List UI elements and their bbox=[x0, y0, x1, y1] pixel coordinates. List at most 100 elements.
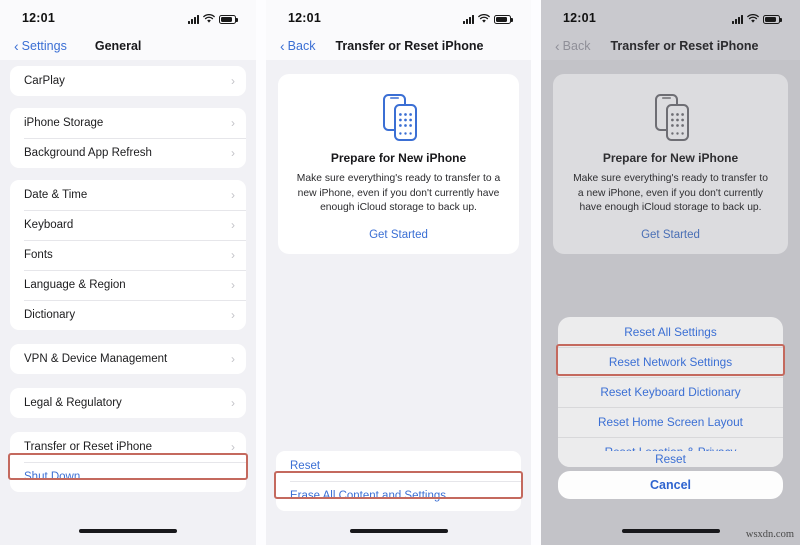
chevron-right-icon: › bbox=[231, 278, 235, 292]
sidebar-item-dictionary[interactable]: Dictionary › bbox=[10, 300, 246, 330]
nav-back-button[interactable]: ‹ Settings bbox=[14, 37, 67, 54]
battery-icon bbox=[763, 14, 782, 24]
sidebar-item-fonts[interactable]: Fonts › bbox=[10, 240, 246, 270]
row-label: Erase All Content and Settings bbox=[290, 490, 446, 502]
row-label: Legal & Regulatory bbox=[24, 397, 122, 409]
chevron-left-icon: ‹ bbox=[280, 37, 285, 54]
erase-all-content-and-settings-button[interactable]: Erase All Content and Settings bbox=[276, 481, 521, 511]
get-started-button: Get Started bbox=[641, 228, 700, 241]
chevron-right-icon: › bbox=[231, 146, 235, 160]
nav-back-button[interactable]: ‹ Back bbox=[555, 37, 591, 54]
card-description: Make sure everything's ready to transfer… bbox=[296, 173, 501, 214]
navigation-bar: ‹ Settings General bbox=[0, 32, 256, 60]
sidebar-item-date-time[interactable]: Date & Time › bbox=[10, 180, 246, 210]
page-title: Transfer or Reset iPhone bbox=[335, 39, 484, 53]
sidebar-item-carplay[interactable]: CarPlay › bbox=[10, 66, 246, 96]
chevron-right-icon: › bbox=[231, 116, 235, 130]
chevron-right-icon: › bbox=[231, 74, 235, 88]
sidebar-item-vpn-device-management[interactable]: VPN & Device Management › bbox=[10, 344, 246, 374]
two-phones-transfer-icon bbox=[567, 90, 774, 144]
action-reset-all-settings[interactable]: Reset All Settings bbox=[558, 317, 783, 347]
row-label: Shut Down bbox=[24, 471, 81, 483]
cellular-bars-icon bbox=[463, 14, 474, 24]
row-label: Language & Region bbox=[24, 279, 126, 291]
page-title: Transfer or Reset iPhone bbox=[610, 39, 759, 53]
phone-panel-transfer-or-reset: 12:01 ‹ Back Transfer or Reset iPhone Pr… bbox=[266, 0, 531, 545]
action-reset-home-screen-layout[interactable]: Reset Home Screen Layout bbox=[558, 407, 783, 437]
chevron-left-icon: ‹ bbox=[555, 37, 560, 54]
sidebar-item-legal-regulatory[interactable]: Legal & Regulatory › bbox=[10, 388, 246, 418]
action-sheet-items: Reset All Settings Reset Network Setting… bbox=[558, 317, 783, 467]
cancel-button[interactable]: Cancel bbox=[558, 471, 783, 499]
watermark: wsxdn.com bbox=[745, 529, 794, 540]
settings-group: Legal & Regulatory › bbox=[10, 388, 246, 418]
home-indicator bbox=[621, 529, 720, 533]
home-indicator bbox=[349, 529, 448, 533]
row-label: iPhone Storage bbox=[24, 117, 104, 129]
chevron-right-icon: › bbox=[231, 218, 235, 232]
chevron-right-icon: › bbox=[231, 248, 235, 262]
prepare-for-new-iphone-card: Prepare for New iPhone Make sure everyth… bbox=[553, 74, 788, 254]
cellular-bars-icon bbox=[188, 14, 199, 24]
two-phones-transfer-icon bbox=[292, 90, 505, 144]
card-description: Make sure everything's ready to transfer… bbox=[573, 173, 768, 214]
wifi-icon bbox=[203, 14, 215, 24]
chevron-right-icon: › bbox=[231, 396, 235, 410]
status-bar: 12:01 bbox=[266, 0, 531, 32]
home-indicator bbox=[79, 529, 177, 533]
reset-button[interactable]: Reset bbox=[276, 451, 521, 481]
navigation-bar: ‹ Back Transfer or Reset iPhone bbox=[266, 32, 531, 60]
action-reset-keyboard-dictionary[interactable]: Reset Keyboard Dictionary bbox=[558, 377, 783, 407]
nav-back-label: Settings bbox=[21, 39, 67, 53]
row-label: Date & Time bbox=[24, 189, 88, 201]
navigation-bar: ‹ Back Transfer or Reset iPhone bbox=[541, 32, 800, 60]
chevron-right-icon: › bbox=[231, 440, 235, 454]
card-title: Prepare for New iPhone bbox=[330, 151, 467, 165]
status-bar-icons bbox=[463, 12, 513, 24]
reset-action-sheet: Reset All Settings Reset Network Setting… bbox=[558, 317, 783, 499]
phone-panel-general-settings: 12:01 ‹ Settings General CarPlay › iPhon… bbox=[0, 0, 256, 545]
settings-group: iPhone Storage › Background App Refresh … bbox=[10, 108, 246, 168]
row-label: CarPlay bbox=[24, 75, 65, 87]
row-label: Transfer or Reset iPhone bbox=[24, 441, 153, 453]
settings-group: Date & Time › Keyboard › Fonts › Languag… bbox=[10, 180, 246, 330]
get-started-button[interactable]: Get Started bbox=[292, 229, 505, 241]
row-label: VPN & Device Management bbox=[24, 353, 168, 365]
battery-icon bbox=[219, 14, 238, 24]
sidebar-item-transfer-or-reset-iphone[interactable]: Transfer or Reset iPhone › bbox=[10, 432, 246, 462]
nav-back-button[interactable]: ‹ Back bbox=[280, 37, 316, 54]
sidebar-item-background-app-refresh[interactable]: Background App Refresh › bbox=[10, 138, 246, 168]
action-reset-network-settings[interactable]: Reset Network Settings bbox=[558, 347, 783, 377]
row-label: Fonts bbox=[24, 249, 53, 261]
row-label: Reset bbox=[290, 460, 321, 472]
sidebar-item-language-region[interactable]: Language & Region › bbox=[10, 270, 246, 300]
settings-group: Reset Erase All Content and Settings bbox=[276, 451, 521, 511]
status-bar: 12:01 bbox=[541, 0, 800, 32]
sidebar-item-keyboard[interactable]: Keyboard › bbox=[10, 210, 246, 240]
sidebar-item-shut-down[interactable]: Shut Down bbox=[10, 462, 246, 492]
row-label: Background App Refresh bbox=[24, 147, 152, 159]
chevron-right-icon: › bbox=[231, 352, 235, 366]
nav-back-label: Back bbox=[562, 39, 591, 53]
nav-back-label: Back bbox=[287, 39, 316, 53]
chevron-right-icon: › bbox=[231, 188, 235, 202]
battery-icon bbox=[494, 14, 513, 24]
phone-panel-reset-action-sheet: 12:01 ‹ Back Transfer or Reset iPhone Pr… bbox=[541, 0, 800, 545]
chevron-right-icon: › bbox=[231, 308, 235, 322]
card-title: Prepare for New iPhone bbox=[602, 151, 739, 165]
settings-group: CarPlay › bbox=[10, 66, 246, 96]
status-bar-clock: 12:01 bbox=[288, 11, 321, 25]
status-bar-icons bbox=[732, 12, 782, 24]
page-title: General bbox=[94, 39, 142, 53]
status-bar-clock: 12:01 bbox=[22, 11, 55, 25]
row-label: Dictionary bbox=[24, 309, 76, 321]
status-bar-clock: 12:01 bbox=[563, 11, 596, 25]
settings-group: VPN & Device Management › bbox=[10, 344, 246, 374]
wifi-icon bbox=[478, 14, 490, 24]
settings-group: Transfer or Reset iPhone › Shut Down bbox=[10, 432, 246, 492]
action-sheet-obscured-item[interactable]: Reset bbox=[558, 451, 783, 467]
status-bar-icons bbox=[188, 12, 238, 24]
sidebar-item-iphone-storage[interactable]: iPhone Storage › bbox=[10, 108, 246, 138]
chevron-left-icon: ‹ bbox=[14, 37, 19, 54]
status-bar: 12:01 bbox=[0, 0, 256, 32]
